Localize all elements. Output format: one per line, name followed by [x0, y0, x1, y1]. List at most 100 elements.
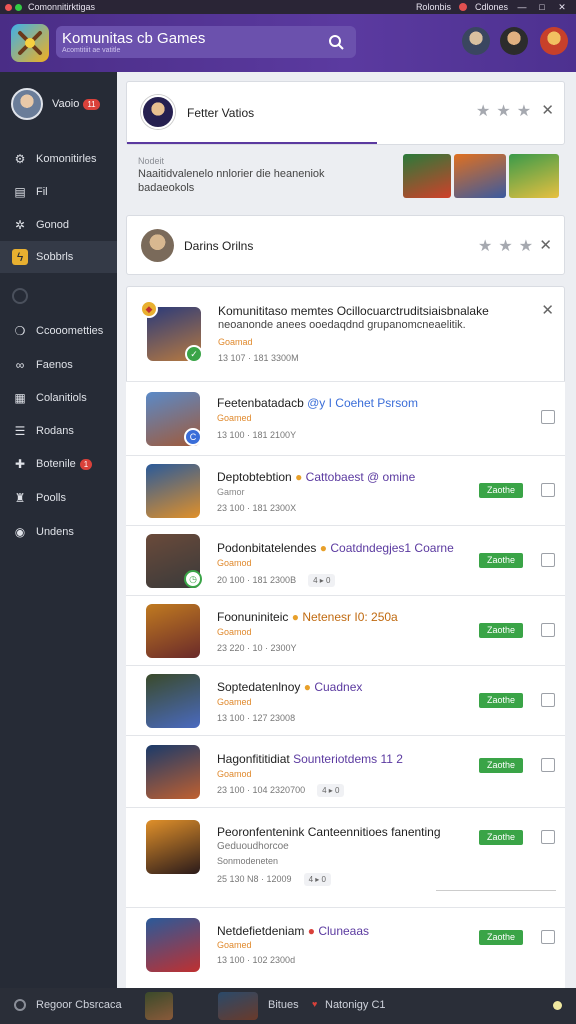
active-indicator: [127, 142, 377, 144]
item-title: Podonbitatelendes ● Coatdndegjes1 Coarne: [217, 541, 454, 555]
game-thumbnail[interactable]: [403, 154, 451, 198]
status-badge: Zaothe: [479, 623, 523, 638]
sidebar-item-botenile[interactable]: ✚ Botenile 1: [0, 448, 117, 480]
close-icon[interactable]: ✕: [541, 101, 554, 119]
select-checkbox[interactable]: [541, 483, 555, 497]
item-title: Foonuniniteic ● Netenesr I0: 250a: [217, 610, 398, 624]
maximize-dot-icon[interactable]: [15, 3, 22, 11]
minimize-button[interactable]: —: [516, 2, 528, 12]
list-item[interactable]: ◷ Podonbitatelendes ● Coatdndegjes1 Coar…: [126, 525, 565, 595]
shield-icon: ◆: [140, 300, 158, 318]
item-sub: Goamed: [217, 940, 252, 950]
close-dot-icon[interactable]: [5, 3, 12, 11]
item-sub: Goamed: [217, 697, 252, 707]
item-title: Komunititaso memtes Ocillocuarctruditsia…: [218, 304, 489, 318]
users-icon: ♜: [14, 491, 26, 505]
list-item[interactable]: Soptedatenlnoy ● Cuadnex Goamed 13 100 ·…: [126, 665, 565, 735]
sidebar-item-ccooometties[interactable]: ❍ Ccooometties: [0, 315, 117, 347]
avatar[interactable]: [141, 229, 174, 262]
sidebar-item-label: Colanitiols: [36, 392, 87, 404]
game-thumbnail[interactable]: [454, 154, 506, 198]
bottom-left[interactable]: Regoor Cbsrcaca: [14, 999, 122, 1011]
close-button[interactable]: ✕: [556, 2, 568, 12]
sidebar-item-colanitiols[interactable]: ▦ Colanitiols: [0, 382, 117, 414]
heart-icon: ♥: [312, 999, 318, 1009]
sidebar-item-label: Gonod: [36, 219, 70, 231]
status-badge: Zaothe: [479, 758, 523, 773]
search-icon[interactable]: [328, 34, 344, 50]
game-thumbnail[interactable]: [146, 604, 200, 658]
select-checkbox[interactable]: [541, 410, 555, 424]
game-thumbnail[interactable]: [146, 464, 200, 518]
game-thumbnail[interactable]: [218, 992, 258, 1020]
game-thumbnail[interactable]: [146, 674, 200, 728]
sidebar-item-faenos[interactable]: ∞ Faenos: [0, 349, 117, 381]
star-icon[interactable]: ★: [498, 236, 512, 256]
list-item[interactable]: C Feetenbatadacb @y I Coehet Psrsom Goam…: [126, 381, 565, 455]
list-item[interactable]: Foonuniniteic ● Netenesr I0: 250a Goamod…: [126, 595, 565, 665]
search-input[interactable]: Komunitas cb Games Acomtitiit ae vatitle: [56, 26, 356, 58]
item-title: Hagonfititidiat Sounteriotdems 11 2: [217, 752, 403, 766]
close-icon[interactable]: ✕: [539, 236, 552, 254]
rating-stars[interactable]: ★ ★ ★: [478, 236, 533, 256]
sidebar-item-poolls[interactable]: ♜ Poolls: [0, 482, 117, 514]
game-thumbnail[interactable]: [146, 820, 200, 874]
select-checkbox[interactable]: [541, 623, 555, 637]
sidebar-item-gonod[interactable]: ✲ Gonod: [0, 209, 117, 241]
search-text: Komunitas cb Games: [62, 30, 206, 47]
friends-icon: ∞: [15, 358, 25, 372]
lightning-icon: ϟ: [12, 249, 28, 265]
sidebar-item-label: Botenile: [36, 458, 76, 470]
select-checkbox[interactable]: [541, 693, 555, 707]
avatar[interactable]: [11, 88, 43, 120]
item-meta: 20 100 · 181 2300B 4 ▸ 0: [217, 574, 336, 587]
list-item[interactable]: Hagonfititidiat Sounteriotdems 11 2 Goam…: [126, 735, 565, 807]
game-thumbnail[interactable]: [146, 918, 200, 972]
game-thumbnail[interactable]: [509, 154, 559, 198]
select-checkbox[interactable]: [541, 758, 555, 772]
sidebar-item-komonitirles[interactable]: ⚙ Komonitirles: [0, 143, 117, 175]
sidebar-item-sobbrls[interactable]: ϟ Sobbrls: [0, 241, 117, 273]
record-icon[interactable]: [458, 3, 467, 11]
sidebar-item-label: Fil: [36, 186, 48, 198]
notice-text-1: Naaitidvalenelo nnlorier die heaneniok: [138, 168, 325, 180]
star-icon[interactable]: ★: [476, 101, 490, 121]
select-checkbox[interactable]: [541, 830, 555, 844]
second-card[interactable]: Darins Orilns ★ ★ ★ ✕: [126, 215, 565, 275]
select-checkbox[interactable]: [541, 930, 555, 944]
item-meta: 23 100 · 104 2320700 4 ▸ 0: [217, 784, 345, 797]
item-title: Feetenbatadacb @y I Coehet Psrsom: [217, 396, 418, 410]
close-icon[interactable]: ✕: [541, 301, 554, 319]
sidebar-item-rodans[interactable]: ☰ Rodans: [0, 415, 117, 447]
select-checkbox[interactable]: [541, 553, 555, 567]
list-item[interactable]: Peoronfentenink Canteennitioes fanenting…: [126, 807, 565, 907]
list-item[interactable]: Netdefietdeniam ● Cluneaas Goamed 13 100…: [126, 907, 565, 988]
header-avatar-1[interactable]: [462, 27, 490, 55]
app-logo[interactable]: [11, 24, 49, 62]
game-thumbnail[interactable]: [145, 992, 173, 1020]
status-badge: Zaothe: [479, 930, 523, 945]
rating-stars[interactable]: ★ ★ ★: [476, 101, 531, 121]
sidebar-item-fil[interactable]: ▤ Fil: [0, 176, 117, 208]
list-item[interactable]: Deptobtebtion ● Cattobaest @ omine Gamor…: [126, 455, 565, 525]
user-profile[interactable]: Vaoio 11: [11, 88, 100, 120]
app-header: Komunitas cb Games Acomtitiit ae vatitle: [0, 14, 576, 72]
sidebar-item-label: Rodans: [36, 425, 74, 437]
item-description: neoanonde anees ooedaqdnd grupanomcneael…: [218, 319, 466, 331]
power-icon[interactable]: [14, 999, 26, 1011]
sidebar-item-label: Undens: [36, 526, 74, 538]
maximize-button[interactable]: □: [536, 2, 548, 12]
sidebar-item-undens[interactable]: ◉ Undens: [0, 516, 117, 548]
star-icon[interactable]: ★: [496, 101, 510, 121]
expanded-list-item[interactable]: ◆ ✓ Komunititaso memtes Ocillocuarctrudi…: [126, 286, 565, 382]
top-card[interactable]: Fetter Vatios ★ ★ ★ ✕: [126, 81, 565, 145]
count-tag: 4 ▸ 0: [308, 574, 336, 587]
header-avatar-2[interactable]: [500, 27, 528, 55]
notice-section: Nodeit Naaitidvalenelo nnlorier die hean…: [126, 154, 565, 206]
star-icon[interactable]: ★: [478, 236, 492, 256]
game-thumbnail[interactable]: [146, 745, 200, 799]
avatar[interactable]: [141, 95, 175, 129]
header-avatar-3[interactable]: [540, 27, 568, 55]
star-icon[interactable]: ★: [517, 101, 531, 121]
star-icon[interactable]: ★: [519, 236, 533, 256]
